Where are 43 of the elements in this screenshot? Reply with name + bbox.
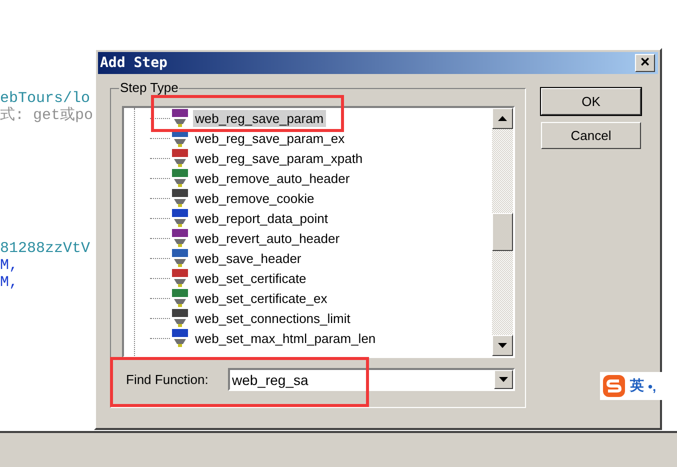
ime-punctuation[interactable]: •,	[648, 378, 656, 394]
code-line: M,	[0, 274, 18, 291]
list-item[interactable]: web_reg_save_param	[193, 110, 326, 126]
function-icon	[170, 308, 190, 328]
cancel-button[interactable]: Cancel	[541, 122, 641, 149]
function-icon	[170, 148, 190, 168]
function-icon	[170, 108, 190, 128]
list-item[interactable]: web_save_header	[193, 250, 304, 266]
list-item[interactable]: web_reg_save_param_xpath	[193, 150, 365, 166]
function-icon	[170, 248, 190, 268]
scrollbar[interactable]	[492, 108, 513, 356]
code-line: 81288zzVtV	[0, 240, 90, 257]
code-line: M,	[0, 257, 18, 274]
function-icon	[170, 188, 190, 208]
list-item[interactable]: web_set_certificate_ex	[193, 290, 330, 306]
find-field[interactable]: web_reg_sa	[228, 368, 515, 391]
window-title: Add Step	[100, 55, 168, 71]
scroll-up-icon[interactable]	[498, 116, 507, 121]
list-item[interactable]: web_set_connections_limit	[193, 310, 352, 326]
list-item[interactable]: web_set_certificate	[193, 270, 308, 286]
function-icon	[170, 228, 190, 248]
close-button[interactable]: ×	[635, 54, 655, 72]
function-icon	[170, 288, 190, 308]
scrollbar-thumb[interactable]	[492, 213, 513, 251]
scroll-down-icon[interactable]	[498, 343, 507, 348]
ime-mode[interactable]: 英	[630, 377, 644, 395]
function-icon	[170, 328, 190, 348]
list-item[interactable]: web_remove_auto_header	[193, 170, 352, 186]
find-label: Find Function:	[125, 372, 210, 387]
list-item[interactable]: web_set_max_html_param_len	[193, 330, 378, 346]
group-label: Step Type	[119, 80, 180, 95]
ime-logo-icon[interactable]	[602, 374, 626, 398]
list-item[interactable]: web_reg_save_param_ex	[193, 130, 347, 146]
function-icon	[170, 168, 190, 188]
code-line: ebTours/lo	[0, 90, 90, 107]
list-item[interactable]: web_revert_auto_header	[193, 230, 342, 246]
ok-button[interactable]: OK	[541, 88, 641, 115]
code-line: 式: get或po	[0, 107, 94, 124]
function-icon	[170, 268, 190, 288]
function-icon	[170, 208, 190, 228]
list-item[interactable]: web_remove_cookie	[193, 190, 316, 206]
list-item[interactable]: web_report_data_point	[193, 210, 330, 226]
dropdown-icon[interactable]	[499, 377, 508, 382]
